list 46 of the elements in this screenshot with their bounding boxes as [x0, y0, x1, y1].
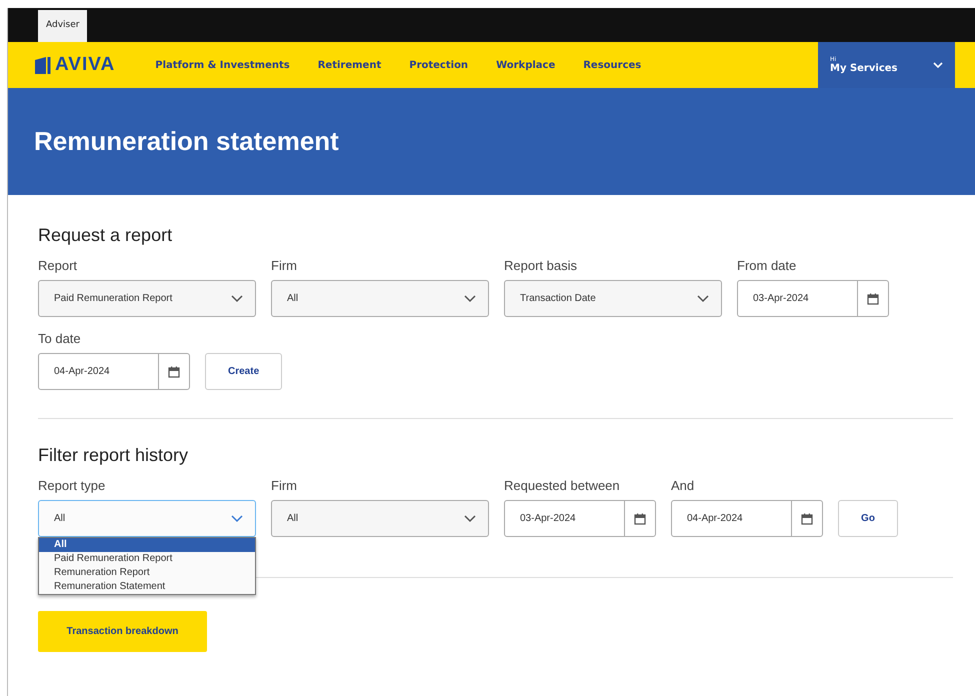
select-field[interactable]: All — [271, 280, 489, 317]
section-heading: Request a report — [38, 225, 174, 246]
field-label: To date — [38, 331, 82, 346]
chevron-down-icon — [231, 294, 243, 302]
logo-flag-icon — [35, 56, 51, 74]
page-title: Remuneration statement — [34, 126, 339, 157]
transaction-breakdown-button[interactable]: Transaction breakdown — [38, 611, 207, 652]
calendar-icon — [634, 512, 646, 524]
nav-link[interactable]: Resources — [583, 60, 642, 70]
field-label: And — [671, 478, 696, 493]
field-label: Firm — [271, 478, 298, 493]
dropdown-option[interactable]: Remuneration Report — [39, 566, 255, 580]
nav-link[interactable]: Retirement — [318, 60, 382, 70]
chevron-down-icon — [933, 62, 943, 68]
field-label: Report basis — [504, 258, 578, 273]
chevron-down-icon — [464, 294, 476, 302]
select-field[interactable]: All — [271, 500, 489, 537]
calendar-icon — [801, 512, 813, 524]
audience-tab[interactable]: Adviser — [38, 10, 88, 42]
dropdown-option[interactable]: Paid Remuneration Report — [39, 552, 255, 566]
select-field[interactable]: Transaction Date — [504, 280, 722, 317]
create-button[interactable]: Create — [205, 353, 282, 390]
nav-link[interactable]: Protection — [409, 60, 468, 70]
select-field[interactable]: Paid Remuneration Report — [38, 280, 256, 317]
date-field[interactable]: 03-Apr-2024 — [504, 500, 656, 537]
chevron-down-icon — [464, 514, 476, 522]
chevron-down-icon — [697, 294, 709, 302]
field-label: Firm — [271, 258, 298, 273]
field-label: Requested between — [504, 478, 621, 493]
nav-link[interactable]: Platform & Investments — [155, 60, 290, 70]
date-field[interactable]: 04-Apr-2024 — [38, 353, 190, 390]
dropdown-option[interactable]: Remuneration Statement — [39, 580, 255, 594]
field-label: Report type — [38, 478, 106, 493]
calendar-icon — [867, 292, 879, 304]
calendar-icon — [168, 366, 180, 378]
date-field[interactable]: 04-Apr-2024 — [671, 500, 823, 537]
select-field[interactable]: All — [38, 500, 256, 537]
section-heading: Filter report history — [38, 445, 190, 466]
dropdown-option[interactable]: All — [39, 538, 255, 552]
field-label: Report — [38, 258, 78, 273]
date-field[interactable]: 03-Apr-2024 — [737, 280, 889, 317]
field-label: From date — [737, 258, 798, 273]
logo-text: AVIVA — [55, 54, 116, 76]
chevron-down-icon — [231, 514, 243, 522]
nav-link[interactable]: Workplace — [496, 60, 556, 70]
go-button[interactable]: Go — [838, 500, 898, 537]
